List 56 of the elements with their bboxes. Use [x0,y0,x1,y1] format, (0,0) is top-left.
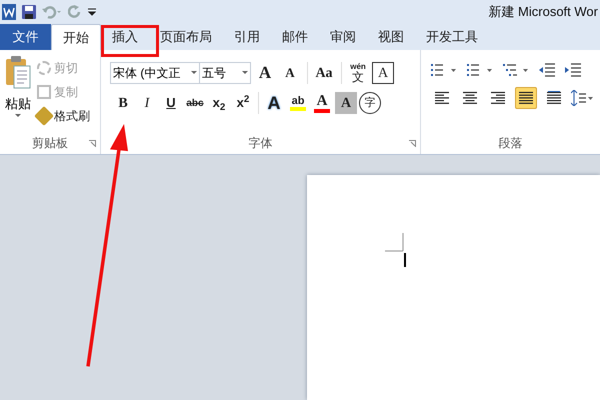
file-tab[interactable]: 文件 [0,24,51,50]
group-label: 段落 [498,135,522,152]
save-icon[interactable] [22,5,36,19]
group-label: 剪贴板 [32,135,68,152]
text-effect-button[interactable]: A [263,92,285,114]
character-shading-button[interactable]: A [335,92,357,114]
dialog-launcher-icon[interactable] [409,140,416,146]
script-button[interactable]: x$_{2}$ [208,92,230,114]
ribbon-tab[interactable]: 开始 [51,24,101,50]
multilevel-list-icon[interactable] [503,63,529,77]
dropdown-caret-icon [15,114,21,118]
ribbon-tab[interactable]: 引用 [223,24,271,50]
bullet-list-icon[interactable] [431,63,457,77]
enclose-characters-button[interactable]: 字 [359,92,381,114]
group-label: 字体 [248,135,272,152]
painter-button[interactable]: 格式刷 [37,106,90,126]
ribbon-tab[interactable]: 开发工具 [415,24,489,50]
dropdown-caret-icon [191,71,197,75]
grow-font-button[interactable]: A [254,62,276,84]
numbered-list-icon[interactable] [467,63,493,77]
ribbon-tab[interactable]: 页面布局 [149,24,223,50]
ribbon-tab[interactable]: 邮件 [271,24,319,50]
alignment-lines-icon [518,91,534,105]
font-name-field[interactable]: 宋体 (中文正 [110,62,200,84]
clipboard-icon [5,56,31,90]
increase-indent-icon[interactable] [565,63,581,77]
decrease-indent-icon[interactable] [539,63,555,77]
dropdown-caret-icon [242,71,248,75]
font-size-field[interactable]: 五号 [199,62,251,84]
font-color-button[interactable]: A [311,92,333,114]
highlight-frame [101,25,159,57]
alignment-lines-icon [462,91,478,105]
alignment-lines-icon [434,91,450,105]
bold-button[interactable]: B [112,92,134,114]
window-title: 新建 Microsoft Wor [488,3,598,22]
alignment-lines-icon [546,91,562,105]
underline-button[interactable]: U [160,92,182,114]
ribbon-tab[interactable]: 插入 [101,24,149,50]
strikethrough-button[interactable]: abc [184,92,206,114]
margin-corner-mark [385,233,407,269]
line-spacing-icon[interactable] [571,90,593,106]
align-button[interactable] [515,87,537,109]
character-border-button[interactable]: A [372,62,394,84]
dialog-launcher-icon[interactable] [89,140,96,146]
word-logo-icon [2,4,16,20]
paste-button[interactable]: 粘贴 [3,56,33,132]
customize-toolbar-icon[interactable] [88,7,96,17]
italic-button[interactable]: I [136,92,158,114]
phonetic-guide-button[interactable]: wén 文 [347,62,369,84]
shrink-font-button[interactable]: A [279,62,301,84]
highlight-button[interactable]: ab [287,92,309,114]
alignment-lines-icon [490,91,506,105]
ribbon-tab[interactable]: 视图 [367,24,415,50]
ribbon-tab[interactable]: 审阅 [319,24,367,50]
script-button[interactable]: x$^{2}$ [232,92,254,114]
change-case-button[interactable]: Aa [313,62,335,84]
